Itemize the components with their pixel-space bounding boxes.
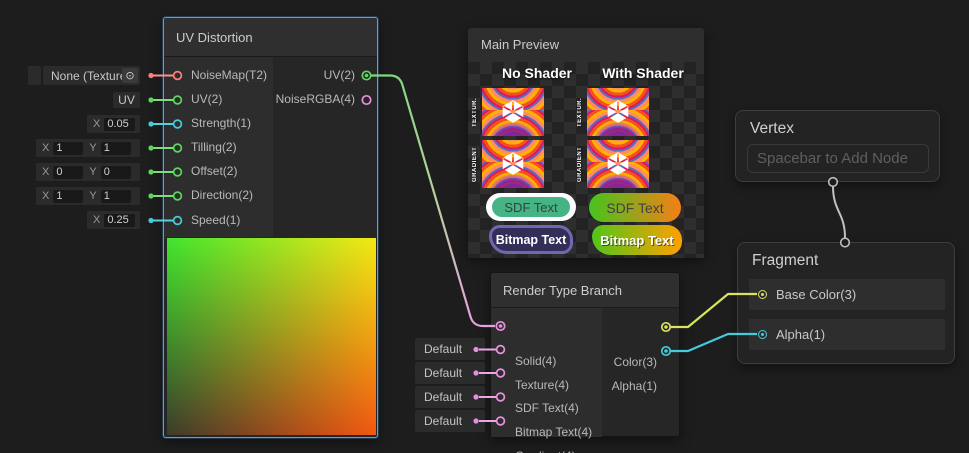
default-dropdown-texture[interactable]: Default <box>415 338 485 360</box>
unity-logo-icon <box>500 150 526 176</box>
port-label-bitmap-text: Bitmap Text(4) <box>515 425 592 439</box>
tilling-x-input[interactable]: 1 <box>53 142 83 155</box>
port-label-direction: Direction(2) <box>191 188 253 202</box>
port-label-sdf-text: SDF Text(4) <box>515 401 579 415</box>
sdf-text-label: SDF Text <box>492 197 570 217</box>
node-render-type-branch[interactable]: Render Type Branch Solid(4) Texture(4) S… <box>490 272 680 437</box>
unity-logo-icon <box>605 150 631 176</box>
x-axis-label: X <box>42 142 49 154</box>
default-label: Default <box>424 366 462 380</box>
speed-x-input[interactable]: 0.25 <box>104 214 135 227</box>
branch-input-panel <box>491 308 602 437</box>
default-dropdown-bitmap-text[interactable]: Default <box>415 386 485 408</box>
wire-vertex-to-fragment <box>833 186 845 238</box>
offset-field[interactable]: X 0 Y 0 <box>36 163 140 181</box>
gradient-row-label: GRADIENT <box>577 140 586 188</box>
alpha-port-icon[interactable] <box>758 330 767 339</box>
node-fragment-title: Fragment <box>752 252 818 270</box>
offset-x-input[interactable]: 0 <box>53 166 83 179</box>
direction-x-input[interactable]: 1 <box>53 190 83 203</box>
fragment-slot-base-color[interactable]: Base Color(3) <box>749 279 945 310</box>
node-vertex[interactable]: Vertex Spacebar to Add Node <box>735 110 940 182</box>
port-label-texture: Texture(4) <box>515 378 569 392</box>
column-header-no-shader: No Shader <box>482 65 592 81</box>
default-label: Default <box>424 414 462 428</box>
x-axis-label: X <box>42 166 49 178</box>
shader-preview-texture <box>587 88 649 136</box>
shader-preview-texture <box>482 88 544 136</box>
x-axis-label: X <box>93 118 100 130</box>
column-header-with-shader: With Shader <box>588 65 698 81</box>
shader-preview-texture <box>587 140 649 188</box>
uv-channel-dropdown[interactable]: UV <box>113 92 140 108</box>
shader-preview-texture <box>482 140 544 188</box>
default-label: Default <box>424 342 462 356</box>
unity-logo-icon <box>605 98 631 124</box>
object-picker-icon[interactable]: ⊙ <box>122 68 138 83</box>
direction-y-input[interactable]: 1 <box>101 190 131 203</box>
main-preview-title[interactable]: Main Preview <box>468 28 704 62</box>
y-axis-label: Y <box>89 190 96 202</box>
strength-field[interactable]: X 0.05 <box>87 115 140 133</box>
base-color-port-icon[interactable] <box>758 290 767 299</box>
strength-x-input[interactable]: 0.05 <box>104 118 135 131</box>
port-label-out-noisergba: NoiseRGBA(4) <box>276 92 355 106</box>
uv-value-dots <box>148 73 153 223</box>
node-uv-distortion-title[interactable]: UV Distortion <box>164 18 377 57</box>
unity-logo-icon <box>500 98 526 124</box>
port-label-strength: Strength(1) <box>191 116 251 130</box>
x-axis-label: X <box>42 190 49 202</box>
direction-field[interactable]: X 1 Y 1 <box>36 187 140 205</box>
default-label: Default <box>424 390 462 404</box>
bitmap-text-preview-shaded: Bitmap Text <box>592 225 682 255</box>
tilling-y-input[interactable]: 1 <box>101 142 131 155</box>
port-label-out-uv: UV(2) <box>324 68 355 82</box>
noisemap-object-field[interactable]: None (Texture ⊙ <box>43 66 140 85</box>
node-uv-distortion[interactable]: UV Distortion NoiseMap(T2) UV(2) Strengt… <box>163 17 378 438</box>
sdf-text-preview-plain: SDF Text <box>486 193 576 221</box>
default-dropdown-gradient[interactable]: Default <box>415 410 485 432</box>
shader-graph-canvas[interactable]: UV Distortion NoiseMap(T2) UV(2) Strengt… <box>0 0 969 453</box>
port-label-offset: Offset(2) <box>191 164 237 178</box>
y-axis-label: Y <box>89 166 96 178</box>
tilling-field[interactable]: X 1 Y 1 <box>36 139 140 157</box>
port-label-gradient: Gradient(4) <box>515 449 576 453</box>
sdf-text-preview-shaded: SDF Text <box>589 193 681 222</box>
port-label-speed: Speed(1) <box>191 213 240 227</box>
main-preview-panel[interactable]: Main Preview No Shader With Shader TEXTU… <box>468 28 704 258</box>
noisemap-thumbnail <box>28 66 41 85</box>
port-label-uv: UV(2) <box>191 92 222 106</box>
uv-channel-value: UV <box>118 93 135 107</box>
node-render-type-branch-title[interactable]: Render Type Branch <box>491 273 679 308</box>
speed-field[interactable]: X 0.25 <box>87 211 140 229</box>
bitmap-text-preview-plain: Bitmap Text <box>489 225 573 254</box>
port-label-tilling: Tilling(2) <box>191 140 237 154</box>
alpha-label: Alpha(1) <box>776 327 825 342</box>
port-label-out-alpha: Alpha(1) <box>612 379 657 393</box>
add-node-placeholder[interactable]: Spacebar to Add Node <box>747 144 929 173</box>
uv-gradient-preview <box>167 238 376 435</box>
gradient-row-label: GRADIENT <box>472 140 481 188</box>
default-dropdown-sdf-text[interactable]: Default <box>415 362 485 384</box>
y-axis-label: Y <box>89 142 96 154</box>
x-axis-label: X <box>93 214 100 226</box>
node-fragment[interactable]: Fragment Base Color(3) Alpha(1) <box>737 242 955 364</box>
port-label-solid: Solid(4) <box>515 354 556 368</box>
base-color-label: Base Color(3) <box>776 287 856 302</box>
port-label-noisemap: NoiseMap(T2) <box>191 68 267 82</box>
texture-row-label: TEXTUR. <box>577 88 586 136</box>
node-vertex-title: Vertex <box>750 120 794 138</box>
fragment-slot-alpha[interactable]: Alpha(1) <box>749 319 945 350</box>
texture-row-label: TEXTUR. <box>472 88 481 136</box>
noisemap-object-value: None (Texture <box>51 69 122 83</box>
port-label-out-color: Color(3) <box>614 355 657 369</box>
offset-y-input[interactable]: 0 <box>101 166 131 179</box>
